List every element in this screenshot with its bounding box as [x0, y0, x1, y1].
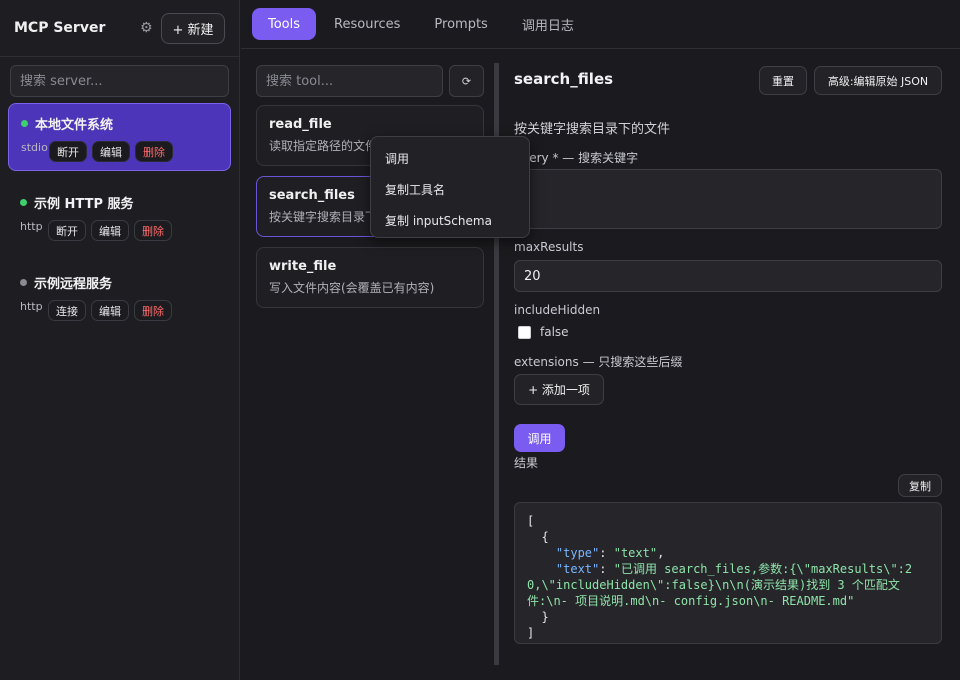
max-results-label: maxResults [514, 240, 584, 254]
server-item-http[interactable]: 示例 HTTP 服务 http 断开 编辑 删除 [8, 183, 231, 251]
server-name: 示例 HTTP 服务 [34, 197, 134, 212]
query-label: query * — 搜索关键字 [514, 151, 639, 165]
max-results-input[interactable]: 20 [514, 260, 942, 292]
include-hidden-checkbox[interactable] [518, 326, 531, 339]
reset-button[interactable]: 重置 [759, 66, 807, 95]
server-name: 本地文件系统 [35, 118, 114, 133]
server-type: http [20, 300, 43, 313]
status-dot-icon [20, 199, 27, 206]
invoke-button[interactable]: 调用 [514, 424, 565, 452]
tool-description: 按关键字搜索目录下的文件 [514, 122, 671, 137]
result-label: 结果 [514, 456, 539, 470]
server-item-remote[interactable]: 示例远程服务 http 连接 编辑 删除 [8, 263, 231, 331]
tool-item-write-file[interactable]: write_file 写入文件内容(会覆盖已有内容) [256, 247, 484, 308]
disconnect-button[interactable]: 断开 [49, 141, 87, 162]
delete-button[interactable]: 删除 [134, 300, 172, 321]
query-textarea[interactable] [514, 169, 942, 229]
tool-detail-title: search_files [514, 70, 614, 88]
refresh-icon[interactable]: ⟳ [449, 65, 484, 97]
gear-icon[interactable]: ⚙ [140, 20, 153, 36]
tool-context-menu: 调用 复制工具名 复制 inputSchema [370, 136, 530, 238]
copy-result-button[interactable]: 复制 [898, 474, 942, 497]
tool-name: read_file [269, 117, 332, 132]
tab-resources[interactable]: Resources [318, 8, 416, 40]
tool-description: 写入文件内容(会覆盖已有内容) [269, 281, 435, 295]
edit-button[interactable]: 编辑 [91, 300, 129, 321]
server-search-input[interactable] [10, 65, 229, 97]
add-item-button[interactable]: + 添加一项 [514, 374, 604, 405]
edit-button[interactable]: 编辑 [92, 141, 130, 162]
tab-call-log[interactable]: 调用日志 [506, 8, 590, 40]
tab-prompts[interactable]: Prompts [418, 8, 503, 40]
server-type: http [20, 220, 43, 233]
server-sidebar: MCP Server ⚙ + 新建 本地文件系统 stdio 断开 编辑 删除 … [0, 0, 240, 680]
connect-button[interactable]: 连接 [48, 300, 86, 321]
tool-search-input[interactable] [256, 65, 443, 97]
tab-tools[interactable]: Tools [252, 8, 317, 40]
new-server-button[interactable]: + 新建 [161, 13, 225, 44]
menu-item-invoke[interactable]: 调用 [371, 143, 529, 174]
server-name: 示例远程服务 [34, 277, 113, 292]
main-tabs: Tools Resources Prompts 调用日志 [241, 0, 960, 49]
include-hidden-label: includeHidden [514, 303, 601, 317]
server-type: stdio [21, 141, 48, 154]
tool-name: write_file [269, 259, 337, 274]
sidebar-header: MCP Server ⚙ + 新建 [0, 0, 239, 57]
edit-button[interactable]: 编辑 [91, 220, 129, 241]
result-json-viewer: [ { "type": "text", "text": "已调用 search_… [514, 502, 942, 644]
delete-button[interactable]: 删除 [135, 141, 173, 162]
menu-item-copy-schema[interactable]: 复制 inputSchema [371, 205, 529, 236]
status-dot-icon [20, 279, 27, 286]
status-dot-icon [21, 120, 28, 127]
disconnect-button[interactable]: 断开 [48, 220, 86, 241]
sidebar-title: MCP Server [14, 20, 106, 36]
edit-raw-json-button[interactable]: 高级:编辑原始 JSON [814, 66, 942, 95]
server-item-local-fs[interactable]: 本地文件系统 stdio 断开 编辑 删除 [8, 103, 231, 171]
menu-item-copy-name[interactable]: 复制工具名 [371, 174, 529, 205]
delete-button[interactable]: 删除 [134, 220, 172, 241]
include-hidden-value: false [540, 325, 569, 339]
extensions-label: extensions — 只搜索这些后缀 [514, 355, 683, 369]
